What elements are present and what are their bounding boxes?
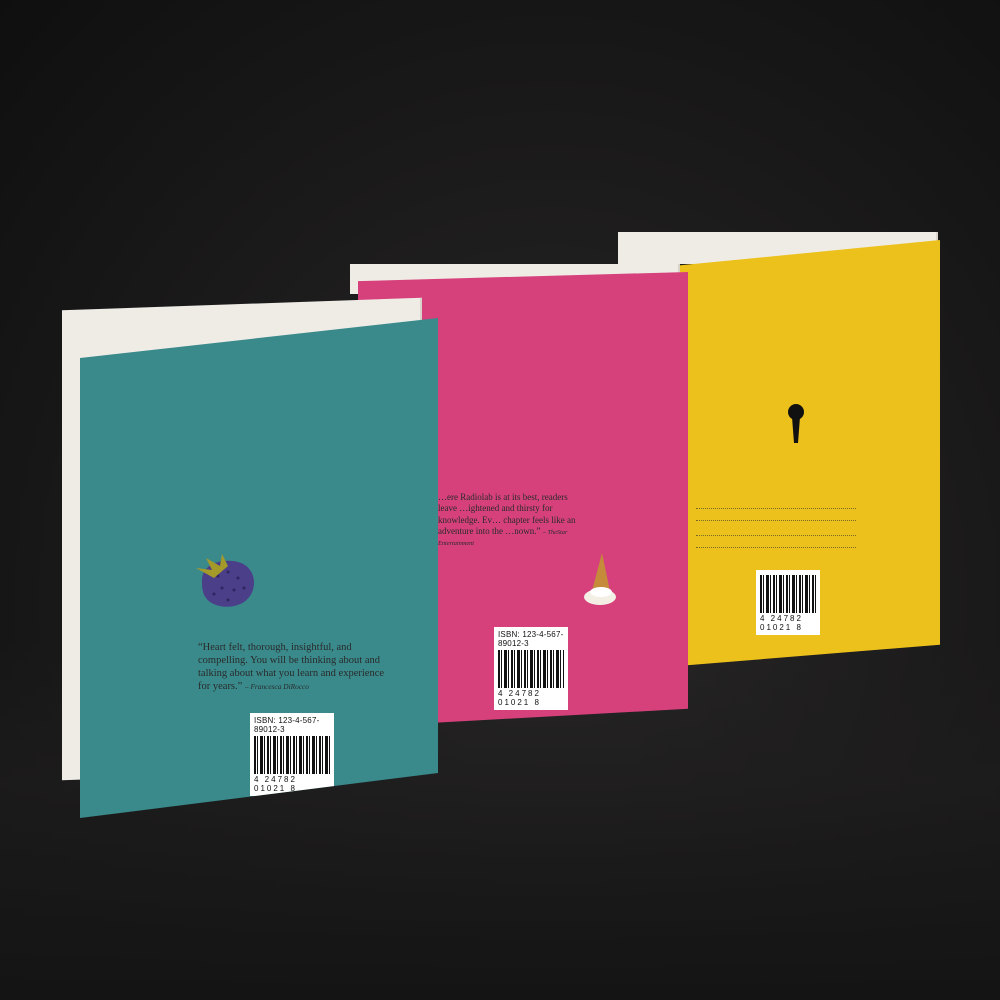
teal-book-back-cover: “Heart felt, thorough, insightful, and c… xyxy=(80,318,438,818)
keyhole-icon xyxy=(788,404,804,443)
teal-book-blurb: “Heart felt, thorough, insightful, and c… xyxy=(198,641,398,694)
barcode-bars xyxy=(760,575,816,613)
yellow-book-barcode: 4 24782 01021 8 xyxy=(756,570,820,635)
isbn-label: ISBN: 123-4-567-89012-3 xyxy=(498,630,564,648)
barcode-bars xyxy=(498,650,564,688)
teal-book-barcode: ISBN: 123-4-567-89012-3 4 24782 01021 8 xyxy=(250,713,334,796)
pink-book-blurb: …ere Radiolab is at its best, readers le… xyxy=(438,492,588,548)
teal-book-attribution: – Francesca DiRocco xyxy=(244,682,309,692)
yellow-book-back-cover: 4 24782 01021 8 xyxy=(678,240,940,666)
barcode-number: 4 24782 01021 8 xyxy=(498,689,541,707)
isbn-label: ISBN: 123-4-567-89012-3 xyxy=(254,716,320,734)
barcode-bars xyxy=(254,736,330,774)
barcode-number: 4 24782 01021 8 xyxy=(254,775,297,793)
strawberry-icon xyxy=(196,554,254,607)
photo-scene: 4 24782 01021 8 …ere Radiolab is at its … xyxy=(0,0,1000,1000)
barcode-number: 4 24782 01021 8 xyxy=(760,614,803,632)
teal-book: “Heart felt, thorough, insightful, and c… xyxy=(62,297,438,820)
yellow-book-blurb xyxy=(696,502,856,548)
pink-book-barcode: ISBN: 123-4-567-89012-3 4 24782 01021 8 xyxy=(494,627,568,710)
ice-cream-cone-icon xyxy=(584,553,616,605)
